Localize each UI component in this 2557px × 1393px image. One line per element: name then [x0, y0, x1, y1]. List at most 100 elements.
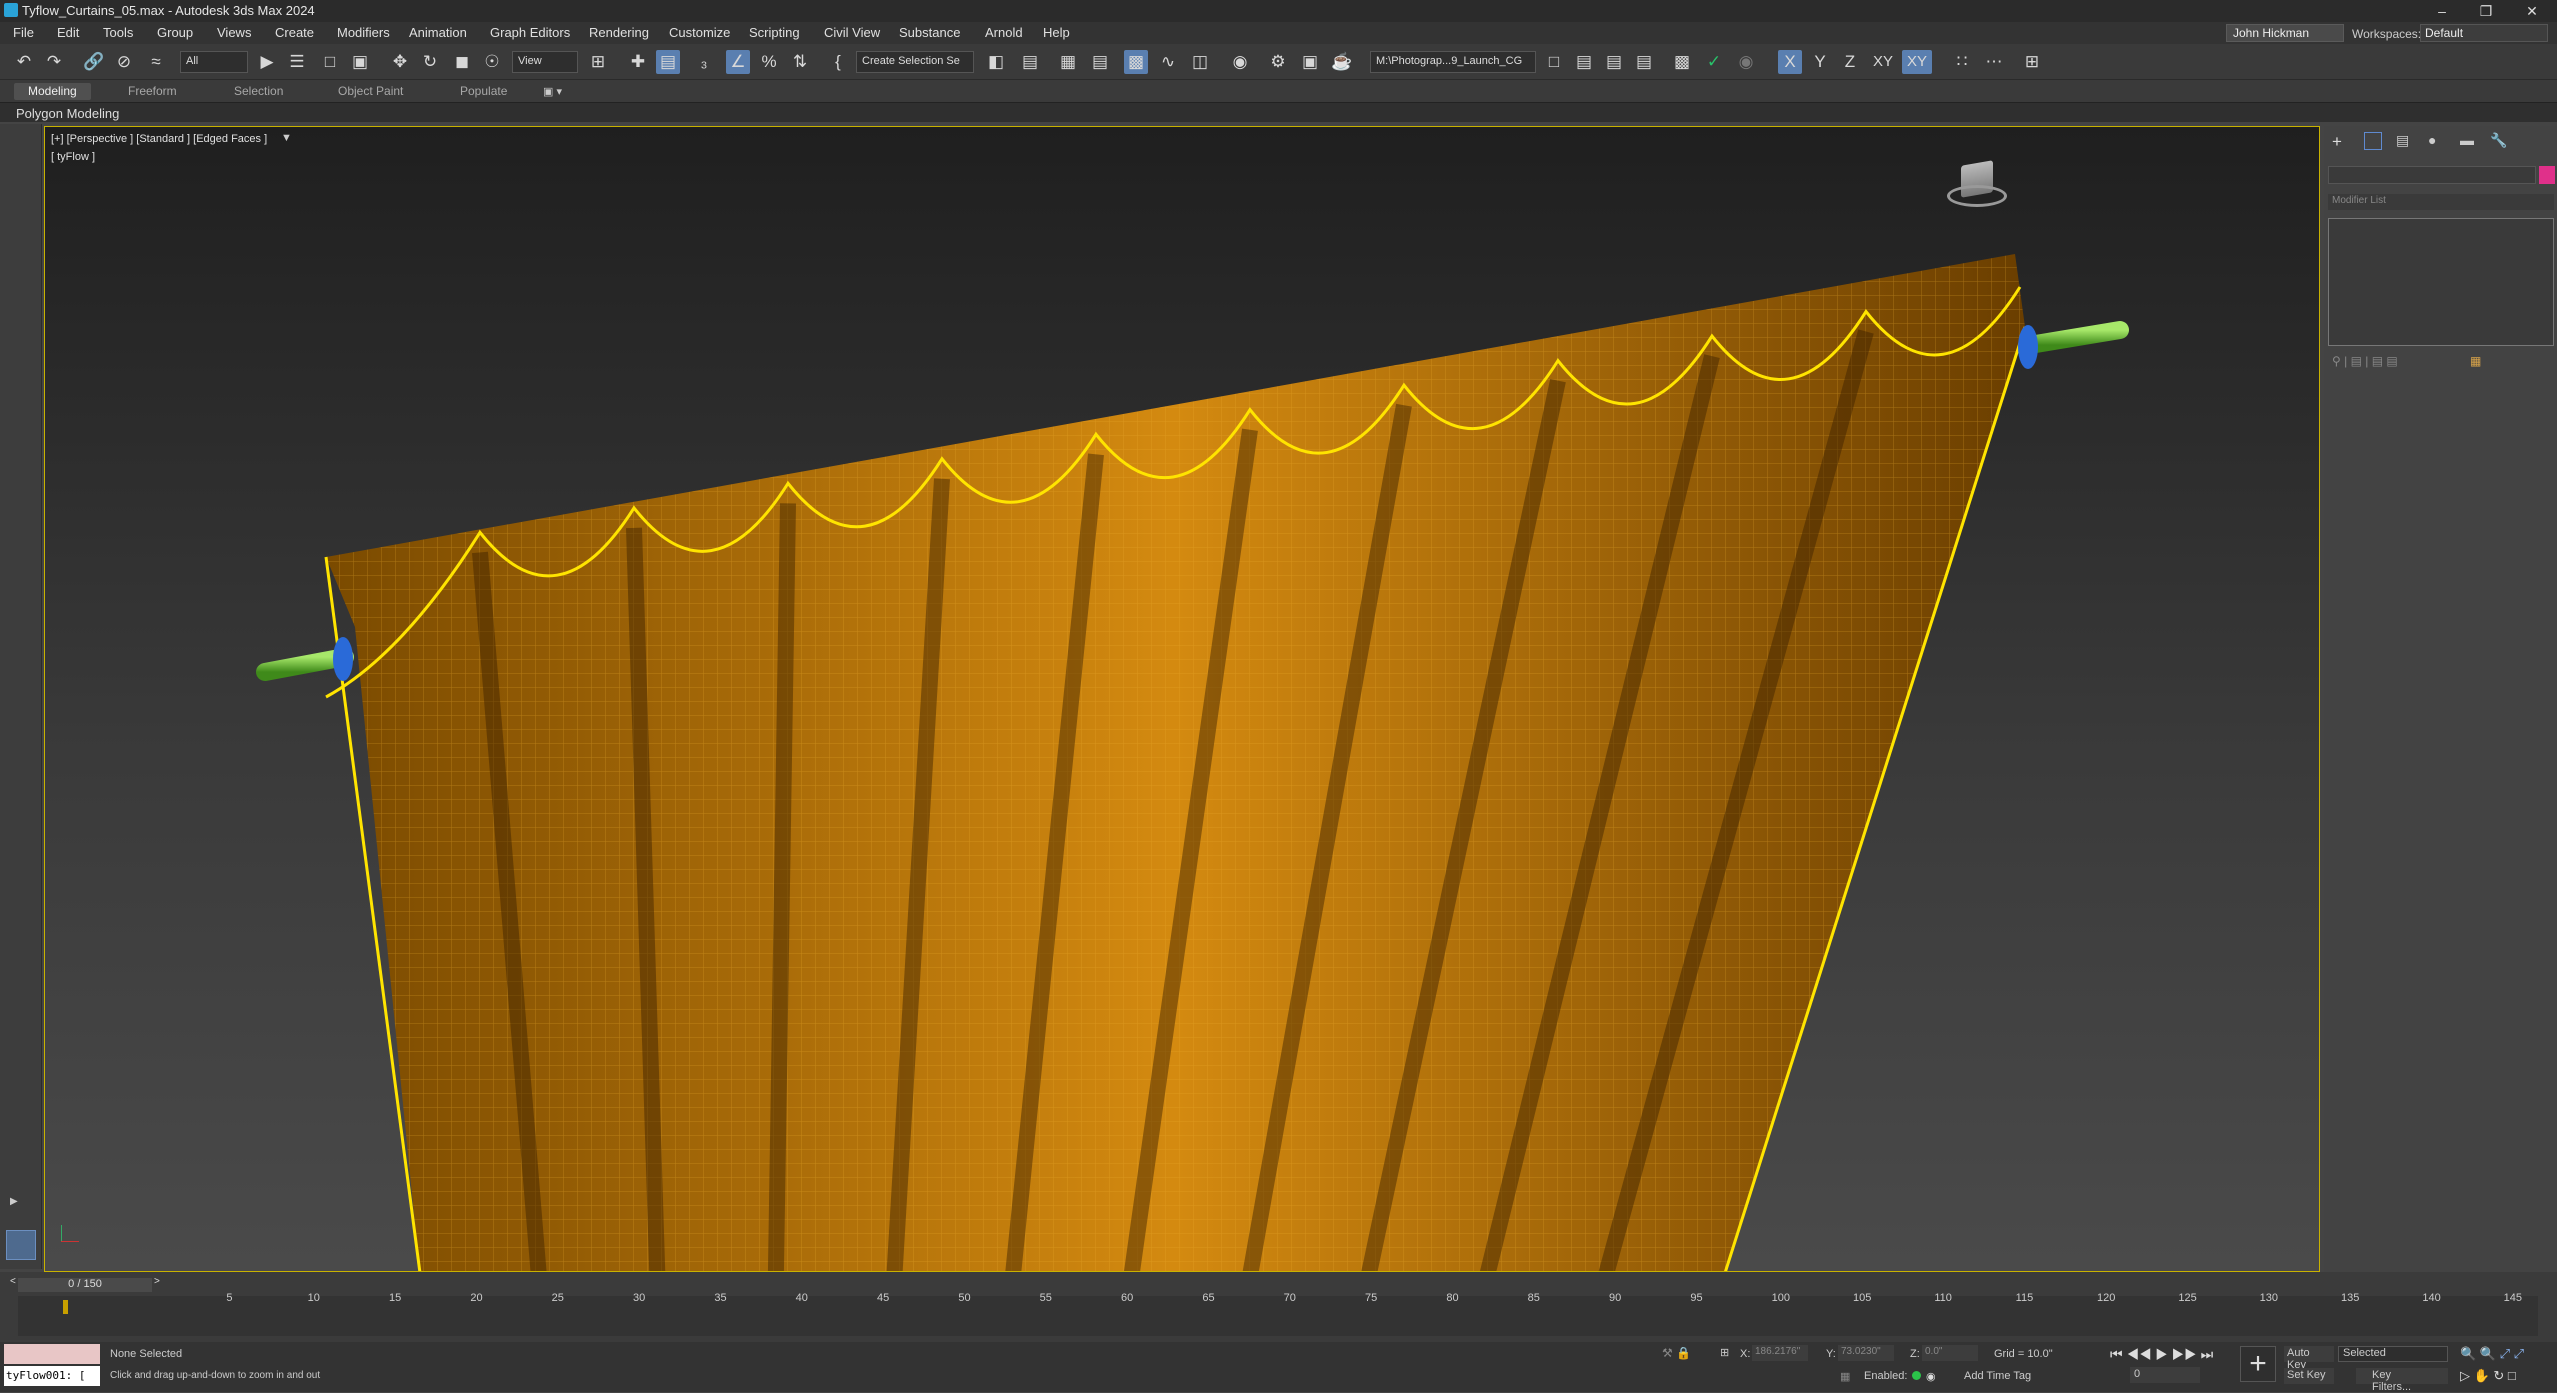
enabled-toggle-icon[interactable]: ◉ [1926, 1370, 1936, 1383]
modifier-stack[interactable] [2328, 218, 2554, 346]
menu-help[interactable]: Help [1043, 25, 1070, 40]
batch-render-icon[interactable]: ▤ [1602, 50, 1626, 74]
select-object-icon[interactable]: ▶ [255, 50, 279, 74]
schematic-view-icon[interactable]: ◫ [1188, 50, 1212, 74]
auto-key-button[interactable]: Auto Key [2284, 1346, 2334, 1371]
curve-editor-icon[interactable]: ∿ [1156, 50, 1180, 74]
link-icon[interactable]: 🔗 [82, 50, 106, 74]
utilities-panel-icon[interactable]: 🔧 [2490, 132, 2507, 149]
named-selection-dropdown[interactable]: Create Selection Se [856, 51, 974, 73]
menu-civil-view[interactable]: Civil View [824, 25, 880, 40]
unlink-icon[interactable]: ⊘ [112, 50, 136, 74]
keyboard-shortcut-override-icon[interactable]: ▤ [656, 50, 680, 74]
minimize-icon[interactable]: – [2420, 0, 2464, 22]
prev-frame-icon[interactable]: < [10, 1276, 16, 1287]
isolate-selection-icon[interactable]: ⚒ 🔒 [1662, 1346, 1691, 1360]
rect-selection-icon[interactable]: □ [318, 50, 342, 74]
add-key-icon[interactable]: + [2240, 1346, 2276, 1382]
select-manipulate-icon[interactable]: ✚ [626, 50, 650, 74]
select-by-name-icon[interactable]: ☰ [285, 50, 309, 74]
menu-graph-editors[interactable]: Graph Editors [490, 25, 570, 40]
axis-z-button[interactable]: Z [1838, 50, 1862, 74]
tab-freeform[interactable]: Freeform [114, 83, 191, 100]
menu-edit[interactable]: Edit [57, 25, 79, 40]
menu-substance[interactable]: Substance [899, 25, 960, 40]
menu-rendering[interactable]: Rendering [589, 25, 649, 40]
pivot-icon[interactable]: ⊞ [586, 50, 610, 74]
edit-named-selection-icon[interactable]: { [826, 50, 850, 74]
bind-space-warp-icon[interactable]: ≈ [144, 50, 168, 74]
key-filters-button[interactable]: Key Filters... [2356, 1368, 2448, 1393]
playback-controls[interactable]: ⏮ ◀◀ ▶ ▶▶ ⏭ [2110, 1346, 2213, 1363]
quick-align-icon[interactable]: □ [1542, 50, 1566, 74]
menu-customize[interactable]: Customize [669, 25, 730, 40]
pin-stack-icon[interactable]: ⚲ | ▤ | ▤ ▤ [2332, 354, 2398, 368]
redo-icon[interactable]: ↷ [42, 50, 66, 74]
place-icon[interactable]: ☉ [480, 50, 504, 74]
z-coord-field[interactable]: 0.0" [1922, 1345, 1978, 1361]
configure-modifier-sets-icon[interactable]: ▦ [2470, 354, 2481, 368]
hierarchy-panel-icon[interactable]: ▤ [2396, 132, 2409, 149]
motion-panel-icon[interactable]: ● [2428, 132, 2436, 148]
perspective-viewport[interactable]: [+] [Perspective ] [Standard ] [Edged Fa… [44, 126, 2320, 1272]
align-icon[interactable]: ▤ [1018, 50, 1042, 74]
arnold-render-icon[interactable]: ▩ [1670, 50, 1694, 74]
time-slider[interactable]: 0 / 150 [18, 1278, 152, 1292]
array-icon[interactable]: ∷ [1950, 50, 1974, 74]
add-time-tag[interactable]: Add Time Tag [1964, 1370, 2031, 1382]
tab-selection[interactable]: Selection [220, 83, 297, 100]
object-name-field[interactable] [2328, 166, 2536, 184]
layer-explorer-icon[interactable]: ▦ [1056, 50, 1080, 74]
axis-xy-button[interactable]: XY [1868, 50, 1898, 74]
object-color-swatch[interactable] [2539, 166, 2555, 184]
rotate-icon[interactable]: ↻ [418, 50, 442, 74]
material-editor-icon[interactable]: ◉ [1228, 50, 1252, 74]
current-frame-field[interactable]: 0 [2130, 1367, 2200, 1383]
render-production-icon[interactable]: ☕ [1330, 50, 1354, 74]
axis-x-button[interactable]: X [1778, 50, 1802, 74]
rendered-frame-window-icon[interactable]: ▣ [1298, 50, 1322, 74]
viewcube[interactable] [1945, 160, 2009, 217]
polygon-modeling-panel[interactable]: Polygon Modeling [16, 106, 119, 121]
scene-explorer-icon[interactable]: ▤ [1088, 50, 1112, 74]
close-icon[interactable]: ✕ [2510, 0, 2554, 22]
maxscript-mini-listener[interactable] [4, 1344, 100, 1364]
spacing-tool-icon[interactable]: ⋯ [1982, 50, 2006, 74]
create-panel-icon[interactable]: + [2332, 132, 2342, 152]
percent-snap-icon[interactable]: % [757, 50, 781, 74]
snapshot-icon[interactable]: ⊞ [2020, 50, 2044, 74]
set-key-button[interactable]: Set Key [2284, 1368, 2334, 1384]
mirror-icon[interactable]: ◧ [984, 50, 1008, 74]
menu-animation[interactable]: Animation [409, 25, 467, 40]
expand-layouts-icon[interactable]: ▶ [10, 1196, 18, 1207]
tab-modeling[interactable]: Modeling [14, 83, 91, 100]
undo-icon[interactable]: ↶ [12, 50, 36, 74]
render-setup-icon[interactable]: ⚙ [1266, 50, 1290, 74]
transform-type-in-icon[interactable]: ⊞ [1720, 1346, 1729, 1359]
workspace-dropdown[interactable]: Default [2420, 24, 2548, 42]
key-set-dropdown[interactable]: Selected [2338, 1346, 2448, 1362]
modify-panel-icon[interactable] [2364, 132, 2382, 150]
viewport-nav-pan-icons[interactable]: ▷ ✋ ↻ □ [2460, 1368, 2516, 1384]
spinner-snap-icon[interactable]: ⇅ [788, 50, 812, 74]
user-account-dropdown[interactable]: John Hickman [2226, 24, 2344, 42]
project-path-dropdown[interactable]: M:\Photograp...9_Launch_CG [1370, 51, 1536, 73]
menu-views[interactable]: Views [217, 25, 251, 40]
snaps-toggle-icon[interactable]: ₃ [692, 50, 716, 74]
angle-snap-icon[interactable]: ∠ [726, 50, 750, 74]
menu-create[interactable]: Create [275, 25, 314, 40]
ref-coord-dropdown[interactable]: View [512, 51, 578, 73]
viewport-nav-zoom-icons[interactable]: 🔍 🔍 ⤢ ⤢ [2460, 1346, 2524, 1362]
adaptive-degradation-icon[interactable]: ▦ [1840, 1370, 1850, 1383]
tab-populate[interactable]: Populate [446, 83, 521, 100]
script-listener-input[interactable]: tyFlow001: [ [4, 1366, 100, 1386]
menu-scripting[interactable]: Scripting [749, 25, 800, 40]
menu-file[interactable]: File [13, 25, 34, 40]
arnold-ipr-icon[interactable]: ◉ [1734, 50, 1758, 74]
move-icon[interactable]: ✥ [388, 50, 412, 74]
menu-tools[interactable]: Tools [103, 25, 133, 40]
modifier-list-dropdown[interactable]: Modifier List [2328, 194, 2554, 210]
menu-arnold[interactable]: Arnold [985, 25, 1023, 40]
menu-group[interactable]: Group [157, 25, 193, 40]
menu-modifiers[interactable]: Modifiers [337, 25, 390, 40]
